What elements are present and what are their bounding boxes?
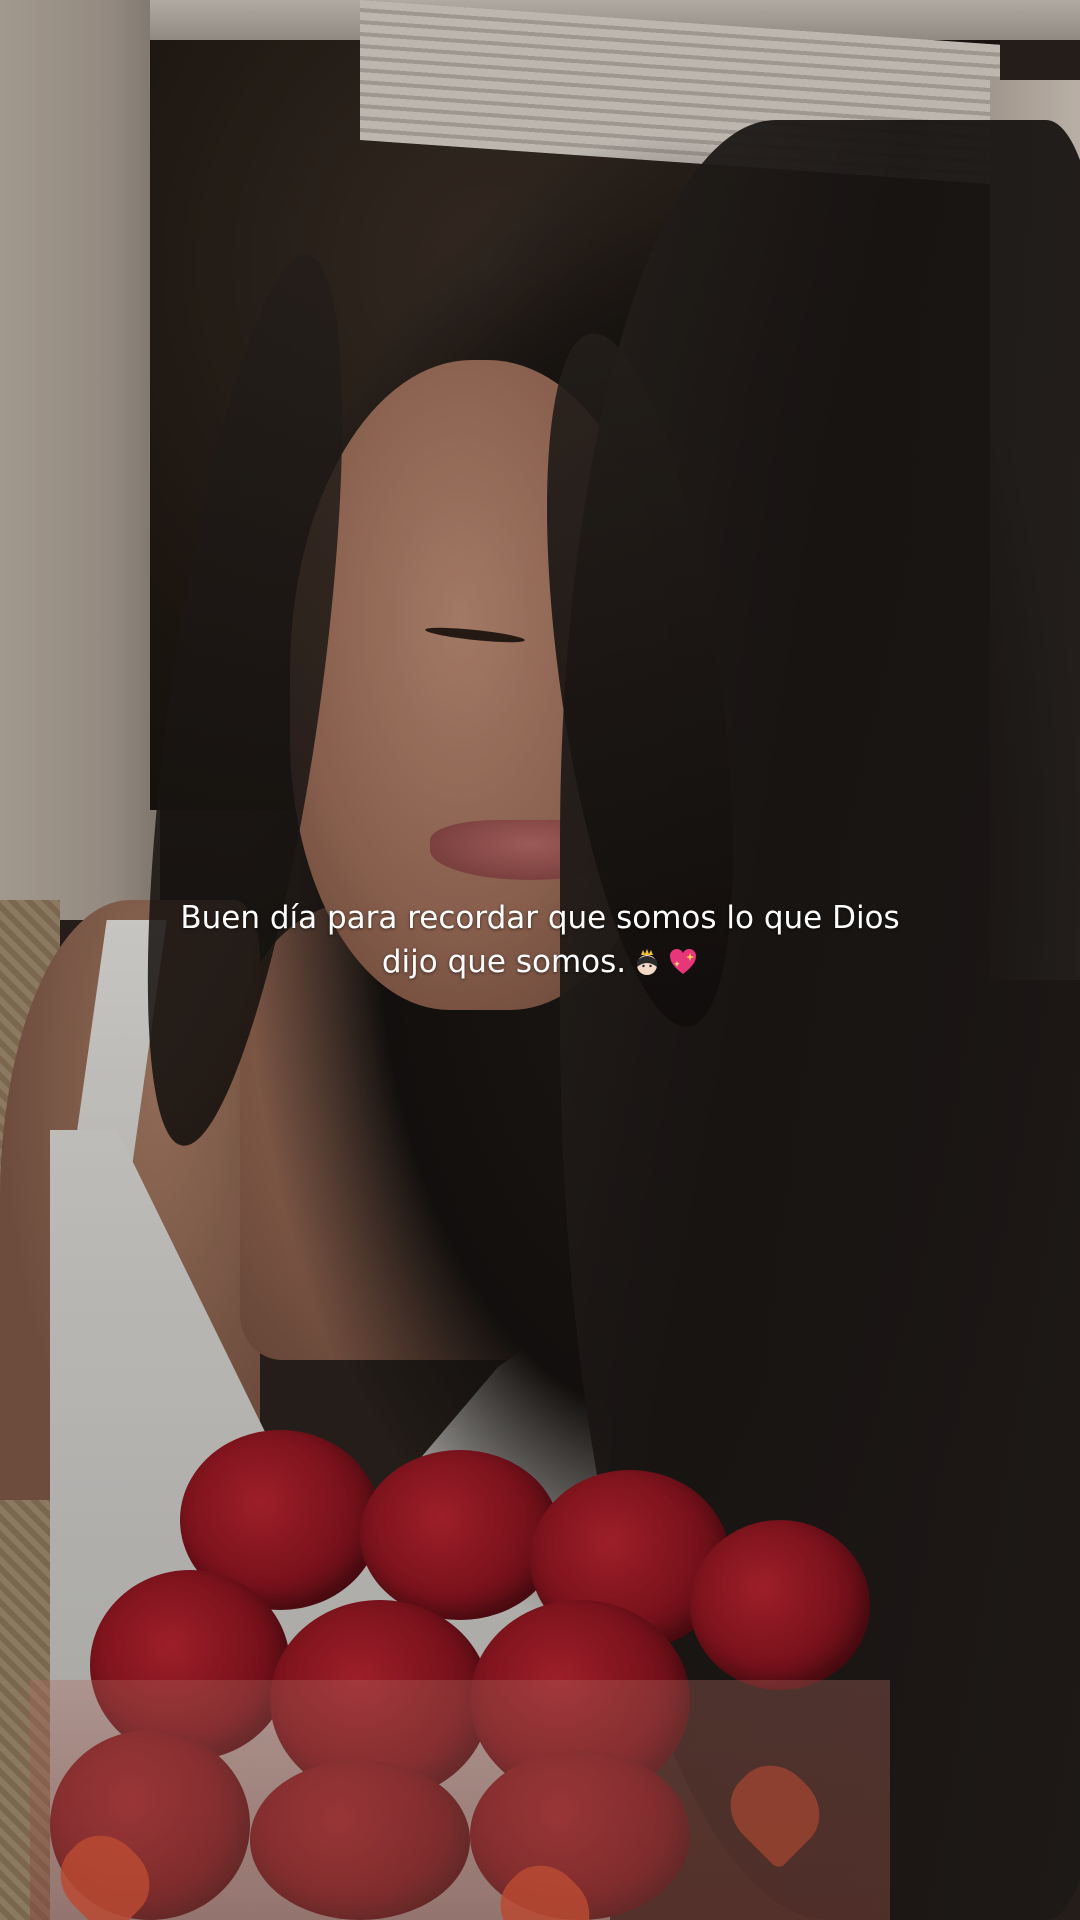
caption-text: Buen día para recordar que somos lo que … (140, 896, 940, 984)
photo-frame: Buen día para recordar que somos lo que … (0, 0, 1080, 1920)
sparkling-heart-icon (670, 949, 697, 974)
caption-line-2: dijo que somos. (140, 940, 940, 984)
caption-line-2-text: dijo que somos. (381, 944, 627, 980)
princess-emoji-icon (637, 949, 658, 975)
caption-line-1: Buen día para recordar que somos lo que … (180, 900, 900, 936)
